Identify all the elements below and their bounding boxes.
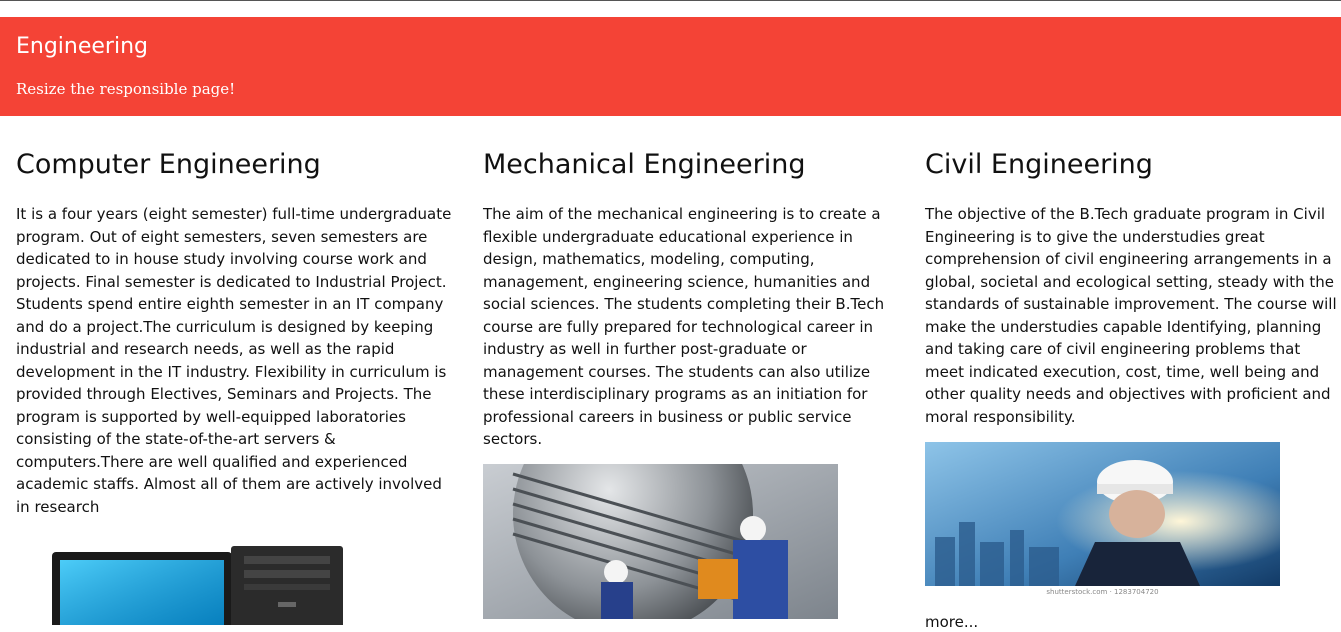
desktop-computer-image bbox=[16, 530, 456, 625]
engineer-hardhat-city-image: shutterstock.com · 1283704720 bbox=[925, 442, 1280, 598]
section-title: Computer Engineering bbox=[16, 149, 321, 180]
turbine-workers-image bbox=[483, 464, 838, 619]
civil-engineering-section: Civil Engineering The objective of the B… bbox=[925, 148, 1340, 428]
section-title: Mechanical Engineering bbox=[483, 149, 806, 180]
computer-engineering-section: Computer Engineering It is a four years … bbox=[16, 148, 456, 518]
mechanical-engineering-section: Mechanical Engineering The aim of the me… bbox=[483, 148, 893, 451]
image-caption: shutterstock.com · 1283704720 bbox=[1046, 588, 1159, 596]
section-text: The objective of the B.Tech graduate pro… bbox=[925, 205, 1337, 426]
section-text: It is a four years (eight semester) full… bbox=[16, 205, 452, 516]
page-title: Engineering bbox=[16, 34, 148, 59]
section-text: The aim of the mechanical engineering is… bbox=[483, 205, 885, 448]
more-link[interactable]: more... bbox=[925, 612, 978, 632]
section-title: Civil Engineering bbox=[925, 149, 1153, 180]
page-subtitle: Resize the responsible page! bbox=[16, 80, 236, 98]
page-header: Engineering Resize the responsible page! bbox=[0, 17, 1341, 116]
top-border bbox=[0, 0, 1341, 1]
